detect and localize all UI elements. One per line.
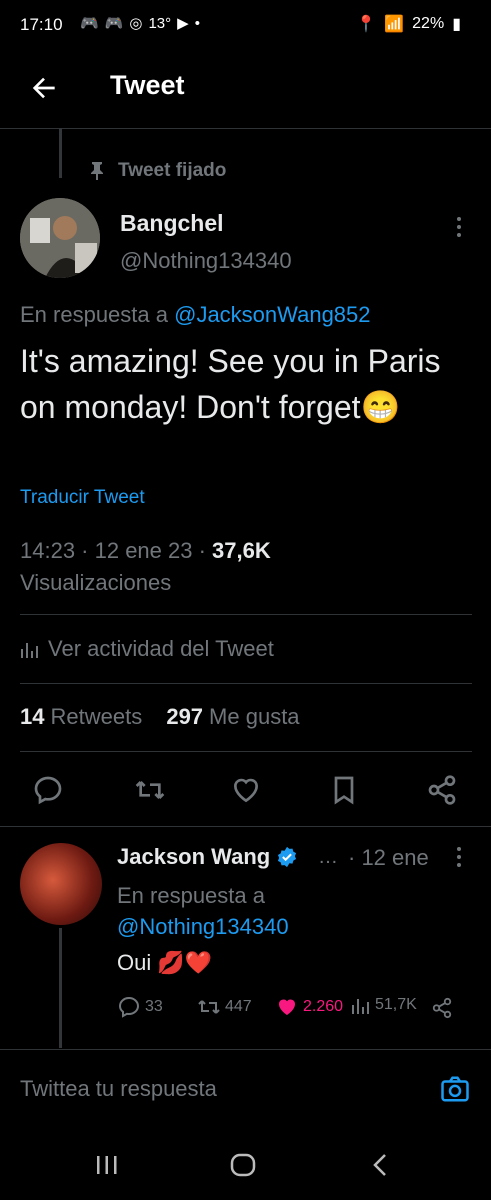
analytics-icon xyxy=(352,999,369,1014)
recent-apps-icon[interactable] xyxy=(92,1150,122,1180)
compose-bar: Twittea tu respuesta xyxy=(0,1049,491,1130)
status-time: 17:10 xyxy=(20,15,63,34)
reply-author-name: Jackson Wang xyxy=(117,844,271,869)
author-handle[interactable]: @Nothing134340 xyxy=(120,248,292,274)
youtube-icon: ▶ xyxy=(177,15,189,32)
notification-icons: 🎮 🎮 ◎ 13° ▶ • xyxy=(80,14,200,33)
action-bar xyxy=(0,768,491,812)
reply-icon xyxy=(118,996,140,1018)
battery-level: 22% xyxy=(412,15,445,32)
retweets-stat[interactable]: 14 Retweets xyxy=(20,704,142,729)
retweets-count: 14 xyxy=(20,704,45,729)
retweets-label: Retweets xyxy=(50,704,143,729)
share-icon[interactable] xyxy=(426,774,458,806)
retweet-icon[interactable] xyxy=(134,774,166,806)
pin-icon xyxy=(91,162,103,180)
reply-handle-link[interactable]: @Nothing134340 xyxy=(117,914,289,939)
thread-line xyxy=(59,928,62,1048)
status-bar: 17:10 🎮 🎮 ◎ 13° ▶ • 📍 📶 22% ▮ xyxy=(0,0,491,52)
more-options-icon[interactable] xyxy=(452,845,466,869)
avatar-image xyxy=(20,198,100,278)
back-icon[interactable] xyxy=(366,1150,396,1180)
like-icon[interactable] xyxy=(230,774,262,806)
reply-like-count[interactable]: 2.260 xyxy=(275,995,343,1019)
thread-line xyxy=(59,128,62,178)
liked-heart-icon xyxy=(279,999,295,1015)
pinned-text: Tweet fijado xyxy=(118,160,227,181)
more-options-icon[interactable] xyxy=(452,215,466,239)
analytics-icon xyxy=(21,643,38,658)
grin-emoji: 😁 xyxy=(360,389,401,425)
reply-author[interactable]: Jackson Wang xyxy=(117,844,298,870)
discord-icon: 🎮 xyxy=(80,15,99,32)
view-activity-button[interactable]: Ver actividad del Tweet xyxy=(20,636,274,662)
wifi-icon: 📶 xyxy=(384,16,405,33)
location-icon: 📍 xyxy=(356,16,377,33)
divider xyxy=(20,683,472,684)
tweet-meta: 14:23 · 12 ene 23 · 37,6K Visualizacione… xyxy=(20,535,480,599)
reply-date: · 12 ene xyxy=(348,845,429,870)
tweet-time: 14:23 · 12 ene 23 · xyxy=(20,538,206,563)
temperature: 13° xyxy=(148,14,172,32)
system-icons: 📍 📶 22% ▮ xyxy=(356,14,461,34)
name-ellipsis: … xyxy=(318,846,338,868)
likes-label: Me gusta xyxy=(209,704,300,729)
bookmark-icon[interactable] xyxy=(328,774,360,806)
activity-label: Ver actividad del Tweet xyxy=(48,636,274,661)
likes-count: 2.260 xyxy=(303,998,344,1015)
reply-input[interactable]: Twittea tu respuesta xyxy=(20,1076,217,1102)
engagement-counts: 14 Retweets 297 Me gusta xyxy=(20,704,300,730)
reply-prefix: En respuesta a xyxy=(20,302,168,327)
reply-body: Oui xyxy=(117,950,152,975)
tweet-text: It's amazing! See you in Paris on monday… xyxy=(20,338,480,430)
reply-stats: 33 447 2.260 51,7K xyxy=(117,995,467,1023)
reply-prefix: En respuesta a xyxy=(117,883,265,908)
divider xyxy=(20,751,472,752)
share-icon[interactable] xyxy=(431,997,453,1019)
reply-reply-count[interactable]: 33 xyxy=(117,995,163,1019)
kiss-heart-emoji: 💋❤️ xyxy=(157,950,213,975)
page-title: Tweet xyxy=(110,70,185,100)
dot-icon: • xyxy=(194,14,200,32)
retweet-icon xyxy=(198,1000,220,1014)
pinned-label: Tweet fijado xyxy=(90,160,226,182)
avatar[interactable] xyxy=(20,198,100,278)
likes-stat[interactable]: 297 Me gusta xyxy=(166,704,299,729)
discord-icon: 🎮 xyxy=(104,15,124,32)
reply-views-count[interactable]: 51,7K xyxy=(351,995,417,1015)
reply-icon[interactable] xyxy=(32,774,64,806)
reply-text: Oui 💋❤️ xyxy=(117,950,212,976)
reply-handle-link[interactable]: @JacksonWang852 xyxy=(174,302,370,327)
views-count: 37,6K xyxy=(212,538,271,563)
reply-context: En respuesta a @JacksonWang852 xyxy=(20,302,371,328)
camera-icon[interactable] xyxy=(440,1074,470,1104)
battery-icon: ▮ xyxy=(452,16,461,33)
app-bar: Tweet xyxy=(0,52,491,129)
divider xyxy=(0,826,491,827)
author-name[interactable]: Bangchel xyxy=(120,210,224,237)
reply-avatar[interactable] xyxy=(20,843,102,925)
divider xyxy=(20,614,472,615)
views-count: 51,7K xyxy=(375,996,417,1013)
reply-context: En respuesta a @Nothing134340 xyxy=(117,880,367,942)
back-arrow-icon[interactable] xyxy=(28,72,60,104)
reply-retweet-count[interactable]: 447 xyxy=(197,995,252,1019)
translate-link[interactable]: Traducir Tweet xyxy=(20,487,145,509)
threads-icon: ◎ xyxy=(129,15,143,32)
retweets-count: 447 xyxy=(225,998,252,1015)
replies-count: 33 xyxy=(145,998,163,1015)
system-nav-bar xyxy=(0,1130,491,1200)
verified-badge-icon xyxy=(278,846,297,868)
likes-count: 297 xyxy=(166,704,204,729)
home-icon[interactable] xyxy=(228,1150,258,1180)
views-label: Visualizaciones xyxy=(20,570,172,595)
